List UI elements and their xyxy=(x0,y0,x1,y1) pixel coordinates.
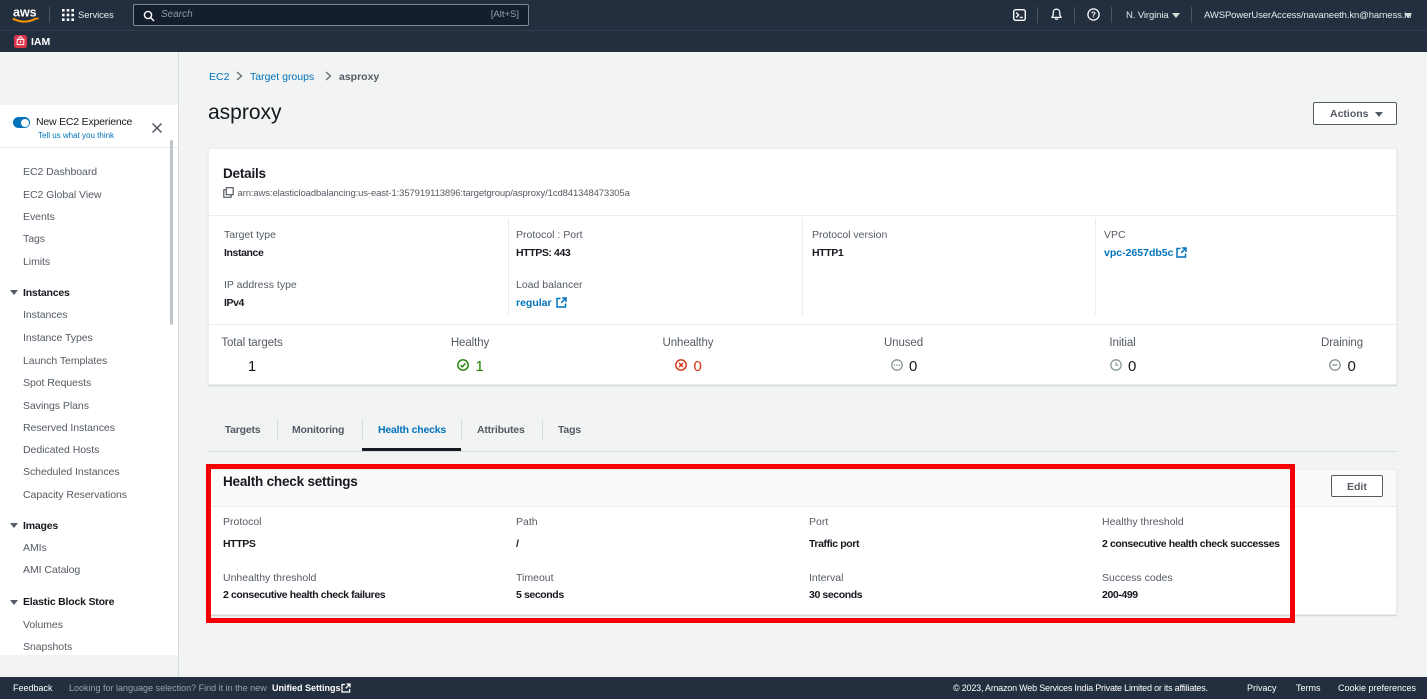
svg-text:?: ? xyxy=(1091,10,1096,19)
svg-text:aws: aws xyxy=(13,6,37,20)
